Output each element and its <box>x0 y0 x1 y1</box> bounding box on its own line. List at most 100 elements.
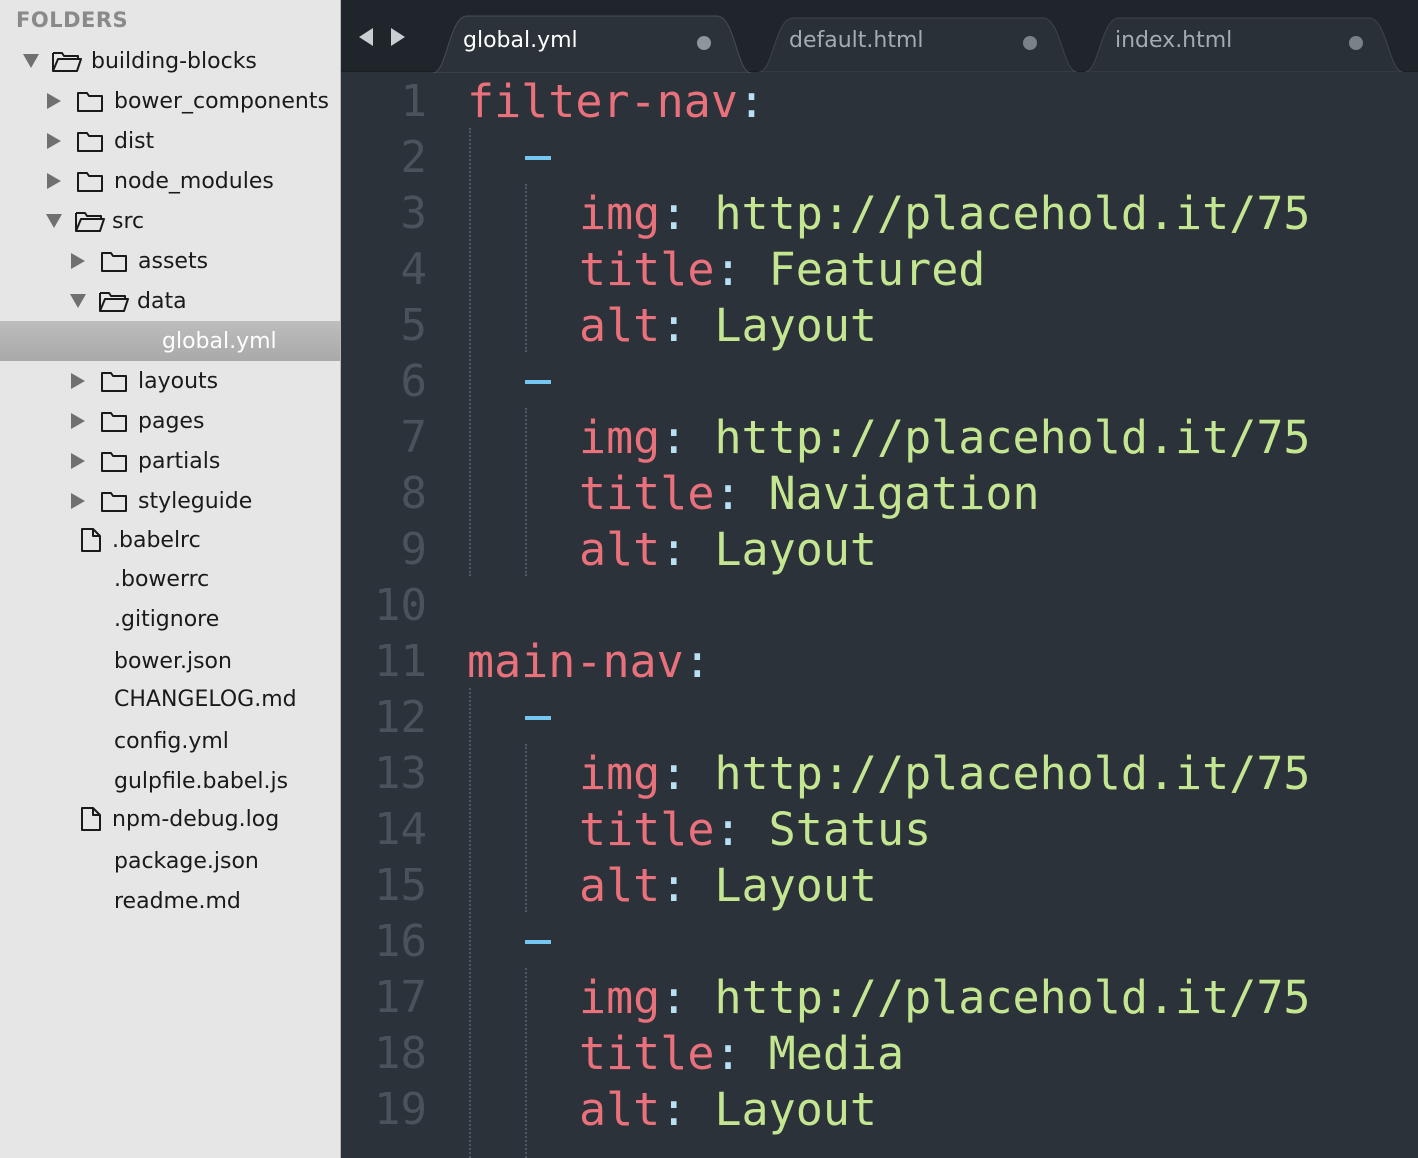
editor-pane: default.html index.html global.yml 1 2 3… <box>341 0 1418 1158</box>
tab-label: index.html <box>1115 28 1233 53</box>
disclosure-closed-icon[interactable] <box>71 493 85 509</box>
yaml-key: filter-nav <box>467 75 738 128</box>
folder-open-icon <box>98 289 130 313</box>
tree-label: CHANGELOG.md <box>114 686 297 712</box>
disclosure-closed-icon[interactable] <box>71 413 85 429</box>
line-number: 8 <box>400 468 428 519</box>
yaml-value: Featured <box>768 243 986 296</box>
code-line: title: Navigation <box>579 466 1040 522</box>
tree-folder-assets[interactable]: assets <box>0 241 340 281</box>
sidebar-header: FOLDERS <box>16 8 129 32</box>
tree-label: config.yml <box>114 728 229 754</box>
tree-folder-pages[interactable]: pages <box>0 401 340 441</box>
line-number: 7 <box>400 412 428 463</box>
tree-file-gulpfile-babel-js[interactable]: gulpfile.babel.js <box>0 761 340 801</box>
file-icon <box>80 527 102 553</box>
tree-folder-bower-components[interactable]: bower_components <box>0 81 340 121</box>
disclosure-closed-icon[interactable] <box>71 453 85 469</box>
line-number-gutter: 1 2 3 4 5 6 7 8 9 10 11 12 13 14 15 16 1… <box>341 72 441 1158</box>
tree-file-bowerrc[interactable]: .bowerrc <box>0 559 340 599</box>
tree-file-changelog-md[interactable]: CHANGELOG.md <box>0 679 340 719</box>
tree-file-npm-debug-log[interactable]: npm-debug.log <box>0 799 340 839</box>
line-number: 5 <box>400 300 428 351</box>
code-line: img: http://placehold.it/75 <box>579 746 1311 802</box>
indent-guide <box>525 408 527 576</box>
tab-label: default.html <box>789 28 924 53</box>
yaml-value: http://placehold.it/75 <box>714 747 1311 800</box>
line-number: 3 <box>400 188 428 239</box>
tree-file-bower-json[interactable]: bower.json <box>0 641 340 681</box>
tree-file-global-yml[interactable]: global.yml <box>0 321 340 361</box>
yaml-list-dash <box>525 156 551 160</box>
tree-folder-styleguide[interactable]: styleguide <box>0 481 340 521</box>
yaml-key: alt <box>579 859 661 912</box>
tree-folder-src[interactable]: src <box>0 201 340 241</box>
yaml-colon: : <box>660 187 688 240</box>
tree-label: styleguide <box>138 488 253 514</box>
yaml-value: Navigation <box>768 467 1040 520</box>
disclosure-closed-icon[interactable] <box>47 173 61 189</box>
tree-folder-partials[interactable]: partials <box>0 441 340 481</box>
yaml-value: http://placehold.it/75 <box>714 971 1311 1024</box>
yaml-key: img <box>579 411 661 464</box>
tree-folder-data[interactable]: data <box>0 281 340 321</box>
yaml-key: img <box>579 747 661 800</box>
line-number: 13 <box>374 748 427 799</box>
yaml-colon: : <box>660 859 688 912</box>
disclosure-closed-icon[interactable] <box>47 93 61 109</box>
disclosure-closed-icon[interactable] <box>47 133 61 149</box>
line-number: 14 <box>374 804 427 855</box>
tree-file-package-json[interactable]: package.json <box>0 841 340 881</box>
folder-icon <box>100 449 128 473</box>
code-area[interactable]: filter-nav: img: http://placehold.it/75 … <box>467 72 1418 1158</box>
code-line: alt: Layout <box>579 858 877 914</box>
line-number: 4 <box>400 244 428 295</box>
tab-index-html[interactable]: index.html <box>1085 14 1403 72</box>
tree-file-readme-md[interactable]: readme.md <box>0 881 340 921</box>
yaml-value: Layout <box>714 859 878 912</box>
disclosure-closed-icon[interactable] <box>71 253 85 269</box>
yaml-colon: : <box>737 75 766 128</box>
tree-folder-building-blocks[interactable]: building-blocks <box>0 41 340 81</box>
line-number: 16 <box>374 916 427 967</box>
line-number: 12 <box>374 692 427 743</box>
disclosure-open-icon[interactable] <box>70 294 86 308</box>
line-number: 1 <box>400 76 428 127</box>
disclosure-closed-icon[interactable] <box>71 373 85 389</box>
yaml-value: Media <box>768 1027 905 1080</box>
forward-arrow-icon[interactable] <box>391 28 405 46</box>
yaml-key: main-nav <box>467 635 684 688</box>
folder-icon <box>76 89 104 113</box>
disclosure-open-icon[interactable] <box>46 214 62 228</box>
tab-modified-dot-icon[interactable] <box>1023 36 1037 50</box>
tree-label: node_modules <box>114 168 274 194</box>
code-line: img: http://placehold.it/75 <box>579 970 1311 1026</box>
tree-file-babelrc[interactable]: .babelrc <box>0 520 340 560</box>
tree-file-gitignore[interactable]: .gitignore <box>0 599 340 639</box>
code-line: alt: Layout <box>579 1082 877 1138</box>
yaml-colon: : <box>683 635 711 688</box>
yaml-colon: : <box>714 1027 742 1080</box>
tree-label: dist <box>114 128 155 154</box>
line-number: 6 <box>400 356 428 407</box>
yaml-key: title <box>579 1027 715 1080</box>
tab-global-yml[interactable]: global.yml <box>433 14 751 73</box>
code-line: title: Status <box>579 802 931 858</box>
yaml-colon: : <box>660 299 688 352</box>
tree-folder-node-modules[interactable]: node_modules <box>0 161 340 201</box>
tab-default-html[interactable]: default.html <box>759 14 1077 72</box>
yaml-list-dash <box>525 716 551 720</box>
tree-folder-layouts[interactable]: layouts <box>0 361 340 401</box>
folder-icon <box>100 489 128 513</box>
tab-modified-dot-icon[interactable] <box>1349 36 1363 50</box>
back-arrow-icon[interactable] <box>359 28 373 46</box>
tree-folder-dist[interactable]: dist <box>0 121 340 161</box>
folder-open-icon <box>74 209 106 233</box>
tree-file-config-yml[interactable]: config.yml <box>0 721 340 761</box>
tree-label: .babelrc <box>112 527 201 553</box>
tab-modified-dot-icon[interactable] <box>697 36 711 50</box>
indent-guide <box>525 184 527 352</box>
line-number: 10 <box>374 580 427 631</box>
code-line: img: http://placehold.it/75 <box>579 410 1311 466</box>
disclosure-open-icon[interactable] <box>23 54 39 68</box>
